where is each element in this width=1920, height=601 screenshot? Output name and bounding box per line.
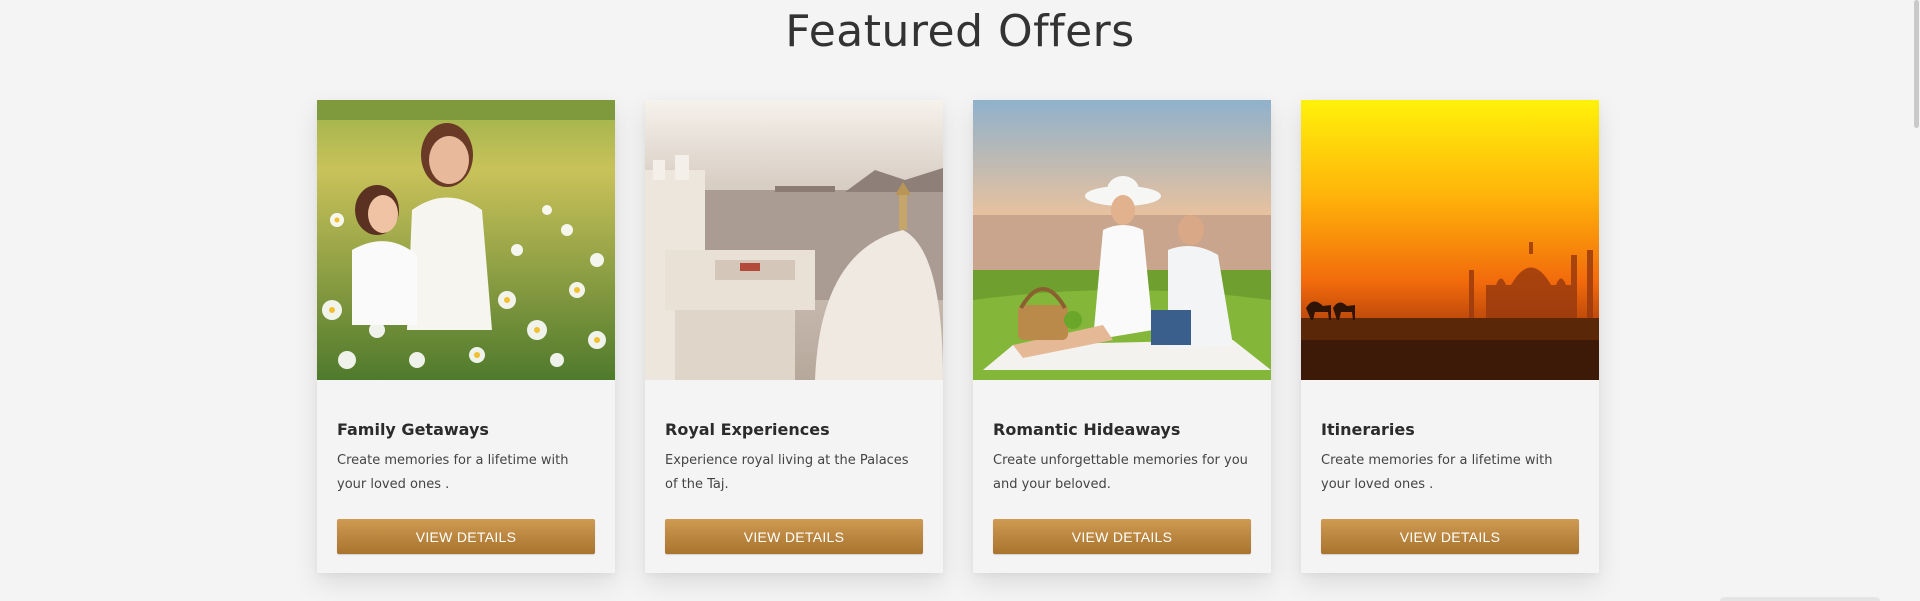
view-details-button[interactable]: VIEW DETAILS [665,519,923,554]
offer-card-itineraries: Itineraries Create memories for a lifeti… [1301,100,1599,573]
offer-body: Family Getaways Create memories for a li… [317,380,615,554]
offer-description: Experience royal living at the Palaces o… [665,453,909,492]
offer-description: Create memories for a lifetime with your… [337,453,569,492]
offer-body: Romantic Hideaways Create unforgettable … [973,380,1271,554]
view-details-button[interactable]: VIEW DETAILS [1321,519,1579,554]
offer-image-royal-experiences[interactable] [645,100,943,380]
scrollbar-thumb[interactable] [1914,0,1919,128]
offer-description: Create memories for a lifetime with your… [1321,453,1553,492]
section-title: Featured Offers [785,6,1135,57]
view-details-button[interactable]: VIEW DETAILS [993,519,1251,554]
offer-description: Create unforgettable memories for you an… [993,453,1248,492]
offer-image-itineraries[interactable] [1301,100,1599,380]
offer-title: Family Getaways [337,420,489,439]
offer-card-romantic-hideaways: Romantic Hideaways Create unforgettable … [973,100,1271,573]
page-scrollbar[interactable] [1912,0,1920,601]
featured-offers-page: Featured Offers Family Getaways Create m… [0,0,1920,601]
offer-card-family-getaways: Family Getaways Create memories for a li… [317,100,615,573]
offer-title: Itineraries [1321,420,1415,439]
offer-image-romantic-hideaways[interactable] [973,100,1271,380]
view-details-button[interactable]: VIEW DETAILS [337,519,595,554]
corner-widget-tab[interactable] [1720,597,1880,601]
offer-title: Romantic Hideaways [993,420,1181,439]
offer-body: Itineraries Create memories for a lifeti… [1301,380,1599,554]
offer-cards-row: Family Getaways Create memories for a li… [317,100,1599,573]
offer-image-family-getaways[interactable] [317,100,615,380]
offer-card-royal-experiences: Royal Experiences Experience royal livin… [645,100,943,573]
offer-title: Royal Experiences [665,420,830,439]
offer-body: Royal Experiences Experience royal livin… [645,380,943,554]
